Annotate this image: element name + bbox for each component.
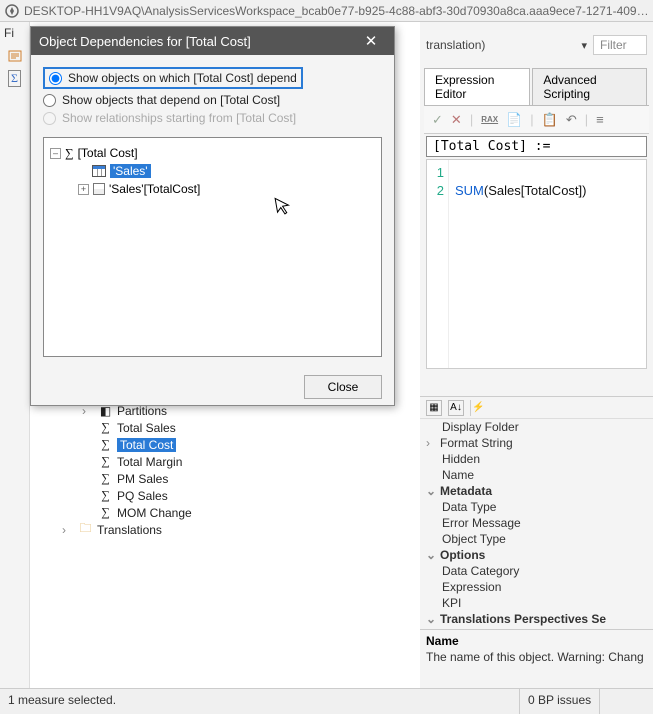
tree-pm-sales[interactable]: ∑PM Sales <box>82 470 192 487</box>
prop-format-string[interactable]: ›Format String <box>420 435 653 451</box>
column-icon <box>93 183 105 195</box>
radio-depends-on[interactable]: Show objects on which [Total Cost] depen… <box>43 65 382 91</box>
expand-icon[interactable]: + <box>78 184 89 195</box>
prop-data-category[interactable]: Data Category <box>420 563 653 579</box>
prop-cat-options[interactable]: ⌄Options <box>420 547 653 563</box>
dialog-titlebar[interactable]: Object Dependencies for [Total Cost] ✕ <box>31 27 394 55</box>
sigma-icon: ∑ <box>98 420 113 435</box>
prop-events-icon[interactable]: ⚡ <box>470 400 486 416</box>
dep-root[interactable]: – ∑ [Total Cost] <box>50 144 375 162</box>
tree-pq-sales[interactable]: ∑PQ Sales <box>82 487 192 504</box>
window-titlebar: DESKTOP-HH1V9AQ\AnalysisServicesWorkspac… <box>0 0 653 22</box>
object-dependencies-dialog: Object Dependencies for [Total Cost] ✕ S… <box>30 26 395 406</box>
doc-icon[interactable]: 📄 <box>506 112 522 128</box>
prop-object-type[interactable]: Object Type <box>420 531 653 547</box>
chevron-right-icon: › <box>62 523 74 537</box>
prop-expression[interactable]: Expression <box>420 579 653 595</box>
tab-expression-editor[interactable]: Expression Editor <box>424 68 530 105</box>
filter-input[interactable]: Filter <box>593 35 647 55</box>
tree-translations[interactable]: ›🗀Translations <box>62 521 192 538</box>
window-title: DESKTOP-HH1V9AQ\AnalysisServicesWorkspac… <box>24 4 649 18</box>
prop-list[interactable]: Display Folder ›Format String Hidden Nam… <box>420 419 653 629</box>
prop-toolbar: ▦ A↓ ⚡ <box>420 397 653 419</box>
prop-alpha-icon[interactable]: A↓ <box>448 400 464 416</box>
status-left: 1 measure selected. <box>0 689 520 714</box>
undo-icon[interactable]: ↶ <box>566 112 577 128</box>
radio-input-3 <box>43 112 56 125</box>
radio-depended-by[interactable]: Show objects that depend on [Total Cost] <box>43 91 382 109</box>
property-panel: ▦ A↓ ⚡ Display Folder ›Format String Hid… <box>420 396 653 688</box>
dep-sales-table[interactable]: 'Sales' <box>50 162 375 180</box>
leftstrip-label: Fi <box>0 22 29 44</box>
dep-sales-column[interactable]: + 'Sales'[TotalCost] <box>50 180 375 198</box>
model-tree[interactable]: ›◧Partitions ∑Total Sales ∑Total Cost ∑T… <box>82 402 192 538</box>
prop-description: Name The name of this object. Warning: C… <box>420 629 653 668</box>
x-icon[interactable]: ✕ <box>451 112 462 128</box>
editor-tabs: Expression Editor Advanced Scripting <box>424 68 649 106</box>
translation-label: translation) <box>426 38 575 52</box>
prop-error-message[interactable]: Error Message <box>420 515 653 531</box>
radio-relationships: Show relationships starting from [Total … <box>43 109 382 127</box>
copy-icon[interactable]: 📋 <box>542 112 558 128</box>
sigma-icon: ∑ <box>65 146 74 161</box>
dax-icon[interactable]: RAX <box>481 115 498 124</box>
radio-input-1[interactable] <box>49 72 62 85</box>
sigma-icon: ∑ <box>98 454 113 469</box>
prop-cat-metadata[interactable]: ⌄Metadata <box>420 483 653 499</box>
radio-input-2[interactable] <box>43 94 56 107</box>
folder-icon: 🗀 <box>78 519 93 540</box>
measure-header: [Total Cost] := <box>426 136 647 157</box>
status-bar: 1 measure selected. 0 BP issues <box>0 688 653 714</box>
tree-total-sales[interactable]: ∑Total Sales <box>82 419 192 436</box>
dax-editor[interactable]: 1 2 SUM(Sales[TotalCost]) <box>426 159 647 369</box>
prop-display-folder[interactable]: Display Folder <box>420 419 653 435</box>
close-icon[interactable]: ✕ <box>356 32 386 50</box>
check-icon[interactable]: ✓ <box>432 112 443 128</box>
prop-categorized-icon[interactable]: ▦ <box>426 400 442 416</box>
right-top-row: translation) ▾ Filter <box>420 22 653 68</box>
prop-kpi[interactable]: KPI <box>420 595 653 611</box>
tree-total-cost[interactable]: ∑Total Cost <box>82 436 192 453</box>
dialog-title: Object Dependencies for [Total Cost] <box>39 34 251 49</box>
gutter: 1 2 <box>427 160 449 368</box>
app-icon <box>4 3 20 19</box>
left-toolstrip: Fi Σ <box>0 22 30 688</box>
more-icon[interactable]: ≡ <box>596 112 604 127</box>
sigma-icon: ∑ <box>98 505 113 520</box>
sigma-icon: ∑ <box>98 488 113 503</box>
table-icon <box>92 165 106 177</box>
code-content: SUM(Sales[TotalCost]) <box>449 160 592 368</box>
editor-toolbar: ✓ ✕ | RAX 📄 | 📋 ↶ | ≡ <box>424 106 649 134</box>
sigma-icon[interactable]: Σ <box>4 68 26 88</box>
tree-mom-change[interactable]: ∑MOM Change <box>82 504 192 521</box>
dependency-tree[interactable]: – ∑ [Total Cost] 'Sales' + 'Sales'[Total… <box>43 137 382 357</box>
close-button[interactable]: Close <box>304 375 382 399</box>
status-right: 0 BP issues <box>520 689 600 714</box>
prop-data-type[interactable]: Data Type <box>420 499 653 515</box>
tree-total-margin[interactable]: ∑Total Margin <box>82 453 192 470</box>
sigma-icon: ∑ <box>98 471 113 486</box>
collapse-icon[interactable]: – <box>50 148 61 159</box>
prop-hidden[interactable]: Hidden <box>420 451 653 467</box>
tab-advanced-scripting[interactable]: Advanced Scripting <box>532 68 647 105</box>
right-panel: translation) ▾ Filter Expression Editor … <box>420 22 653 688</box>
dropdown-icon[interactable]: ▾ <box>581 39 587 52</box>
leftstrip-tool-1[interactable] <box>4 46 26 66</box>
prop-cat-translations[interactable]: ⌄Translations Perspectives Se <box>420 611 653 627</box>
prop-name[interactable]: Name <box>420 467 653 483</box>
sigma-icon: ∑ <box>98 437 113 452</box>
